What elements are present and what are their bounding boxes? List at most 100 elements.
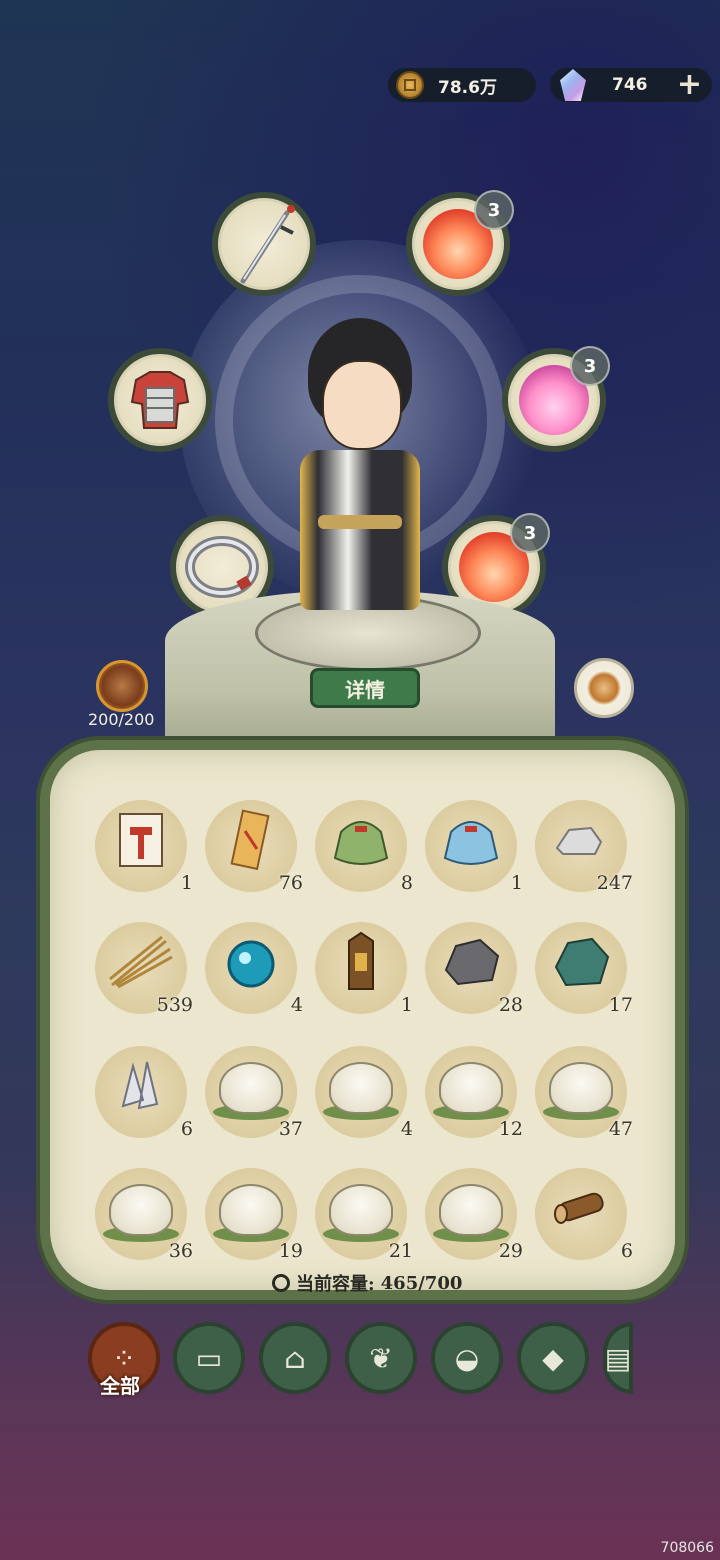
- inventory-slot[interactable]: 19: [205, 1168, 303, 1262]
- crystal-icon: [113, 1056, 169, 1120]
- inventory-slot[interactable]: 37: [205, 1046, 303, 1140]
- green-seed-bag-icon: [329, 812, 393, 872]
- iron-ore-icon: [440, 936, 502, 992]
- item-quantity: 4: [400, 1118, 413, 1140]
- coin-counter[interactable]: 78.6万: [388, 68, 536, 102]
- item-quantity: 1: [510, 872, 523, 894]
- item-quantity: 1: [400, 994, 413, 1016]
- piglet-icon: [439, 1184, 503, 1237]
- inventory-slot[interactable]: 4: [205, 922, 303, 1016]
- inventory-slot[interactable]: 8: [315, 800, 413, 894]
- stamina-value: 200/200: [88, 710, 155, 729]
- capacity-label: 当前容量:: [296, 1274, 375, 1295]
- building-icon: ⌂: [284, 1341, 306, 1375]
- tab-herb[interactable]: ❦: [345, 1322, 417, 1394]
- sheep-lamb-icon: [219, 1184, 283, 1237]
- inventory-slot[interactable]: 28: [425, 922, 523, 1016]
- inventory-slot[interactable]: 76: [205, 800, 303, 894]
- inventory-slot[interactable]: 1: [425, 800, 523, 894]
- item-quantity: 47: [608, 1118, 633, 1140]
- character-face[interactable]: [322, 360, 402, 450]
- item-quantity: 37: [278, 1118, 303, 1140]
- sword-icon: [240, 205, 295, 284]
- chicken-egg-icon: [219, 1062, 283, 1115]
- armor-slot[interactable]: [108, 348, 212, 452]
- coin-amount: 78.6万: [438, 77, 497, 98]
- gem-amount: 746: [612, 75, 648, 95]
- tab-food-bowl[interactable]: ◒: [431, 1322, 503, 1394]
- inventory-slot[interactable]: 36: [95, 1168, 193, 1262]
- coin-icon: [396, 71, 424, 99]
- add-gems-button[interactable]: +: [677, 70, 702, 100]
- capacity-value: 465/700: [380, 1272, 463, 1294]
- item-quantity: 539: [156, 994, 193, 1016]
- level-badge: 3: [570, 346, 610, 386]
- gem-counter[interactable]: 746 +: [550, 68, 712, 102]
- weapon-slot[interactable]: [212, 192, 316, 296]
- item-quantity: 247: [596, 872, 633, 894]
- character-body[interactable]: [300, 450, 420, 610]
- token-icon: [341, 931, 381, 997]
- jade-ore-icon: [550, 935, 612, 993]
- inventory-slot[interactable]: 4: [315, 1046, 413, 1140]
- item-quantity: 17: [608, 994, 633, 1016]
- horse-foal-icon: [329, 1184, 393, 1237]
- item-quantity: 19: [278, 1240, 303, 1262]
- item-quantity: 4: [290, 994, 303, 1016]
- hay-icon: [106, 935, 176, 993]
- tab-scroll-tab[interactable]: ▤: [603, 1322, 633, 1394]
- details-button[interactable]: 详情: [310, 668, 420, 708]
- capacity-icon: [272, 1274, 290, 1292]
- item-quantity: 21: [388, 1240, 413, 1262]
- blue-orb-icon: [219, 932, 283, 996]
- food-dish-icon[interactable]: [574, 658, 634, 718]
- tab-wood[interactable]: ▭: [173, 1322, 245, 1394]
- item-quantity: 28: [498, 994, 523, 1016]
- stone-icon: [551, 820, 611, 864]
- item-quantity: 6: [180, 1118, 193, 1140]
- item-quantity: 36: [168, 1240, 193, 1262]
- herb-icon: ❦: [369, 1341, 393, 1375]
- ox-calf-icon: [109, 1184, 173, 1237]
- duck-egg-icon: [329, 1062, 393, 1115]
- item-quantity: 6: [620, 1240, 633, 1262]
- mallard-egg-icon: [549, 1062, 613, 1115]
- inventory-slot[interactable]: 1: [315, 922, 413, 1016]
- watermark: 708066: [660, 1540, 714, 1556]
- inventory-slot[interactable]: 539: [95, 922, 193, 1016]
- inventory-slot[interactable]: 47: [535, 1046, 633, 1140]
- level-badge: 3: [474, 190, 514, 230]
- bracelet-icon: [185, 536, 259, 598]
- food-bowl-icon: ◒: [454, 1341, 480, 1375]
- companion-slot-1[interactable]: 3: [406, 190, 514, 296]
- gem-icon: [560, 69, 586, 101]
- log-icon: [549, 1188, 613, 1232]
- inventory-slot[interactable]: 21: [315, 1168, 413, 1262]
- item-quantity: 1: [180, 872, 193, 894]
- level-badge: 3: [510, 513, 550, 553]
- inventory-slot[interactable]: 247: [535, 800, 633, 894]
- stamina-icon[interactable]: [96, 660, 148, 712]
- capacity-indicator: 当前容量: 465/700: [272, 1270, 462, 1296]
- inventory-slot[interactable]: 29: [425, 1168, 523, 1262]
- scroll-tab-icon: ▤: [604, 1341, 632, 1375]
- wood-icon: ▭: [195, 1341, 223, 1375]
- blue-seed-bag-icon: [439, 812, 503, 872]
- inventory-slot[interactable]: 17: [535, 922, 633, 1016]
- inventory-slot[interactable]: 6: [95, 1046, 193, 1140]
- tab-ore[interactable]: ◆: [517, 1322, 589, 1394]
- character-belt: [318, 515, 402, 529]
- inventory-slot[interactable]: 1: [95, 800, 193, 894]
- item-quantity: 76: [278, 872, 303, 894]
- inventory-slot[interactable]: 12: [425, 1046, 523, 1140]
- companion-slot-2[interactable]: 3: [502, 346, 610, 452]
- scroll-icon: [227, 809, 275, 875]
- goose-egg-icon: [439, 1062, 503, 1115]
- inventory-slot[interactable]: 6: [535, 1168, 633, 1262]
- item-quantity: 12: [498, 1118, 523, 1140]
- ore-icon: ◆: [542, 1341, 564, 1375]
- item-quantity: 8: [400, 872, 413, 894]
- armor-icon: [130, 371, 190, 429]
- tab-building[interactable]: ⌂: [259, 1322, 331, 1394]
- recipe-card-icon: [116, 811, 166, 873]
